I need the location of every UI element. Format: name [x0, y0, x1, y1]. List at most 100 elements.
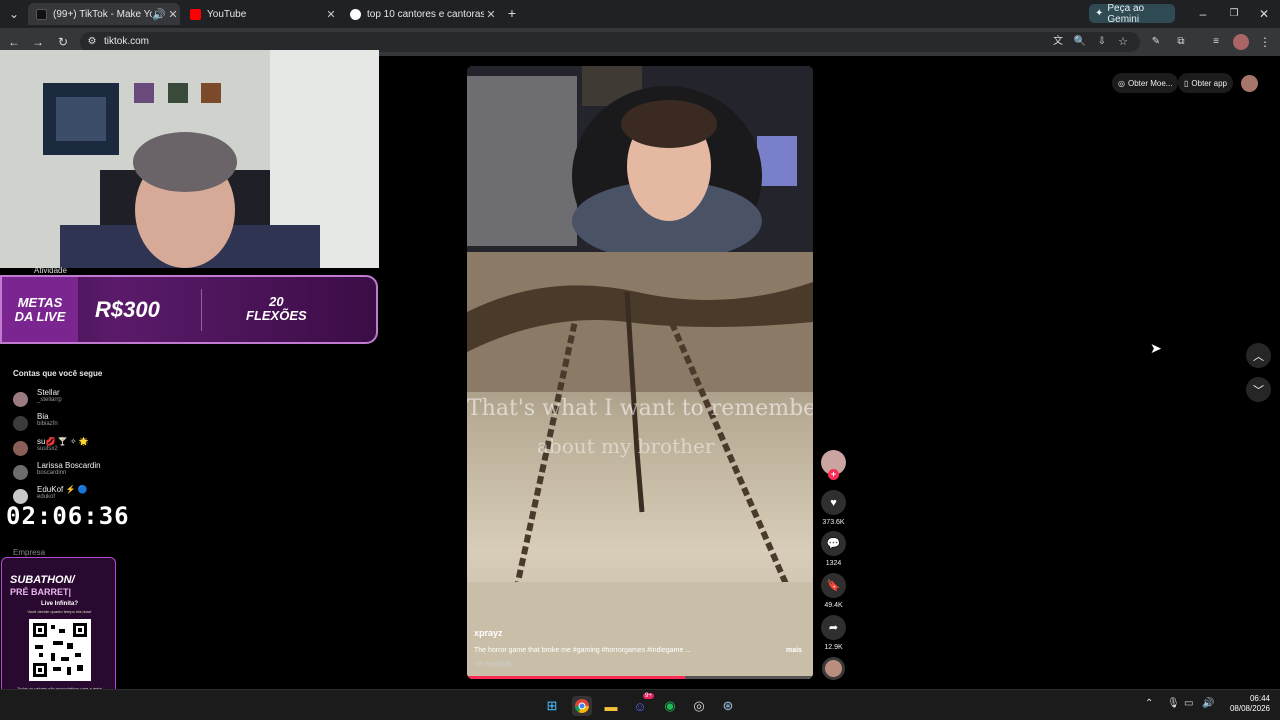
game-scene — [467, 252, 813, 679]
goals-overlay: METAS DA LIVE R$300 20 FLEXÕES — [0, 275, 378, 344]
bookmark-icon: 🔖 — [821, 573, 846, 598]
share-arrow-icon: ➦ — [821, 615, 846, 640]
tab-youtube[interactable]: YouTube ✕ — [182, 3, 338, 25]
sidebar-activity[interactable]: Atividade — [34, 266, 67, 275]
next-video-button[interactable]: ﹀ — [1246, 377, 1271, 402]
music-disc-icon[interactable] — [822, 657, 845, 680]
video-caption: The horror game that broke me #gaming #h… — [474, 647, 692, 654]
save-button[interactable]: 🔖 49.4K — [821, 573, 846, 609]
tab-tiktok[interactable]: (99+) TikTok - Make Your Da 🔊 ✕ — [28, 3, 180, 25]
get-app-button[interactable]: ▯ Obter app — [1178, 73, 1233, 93]
qr-pattern — [33, 623, 87, 677]
following-title: Contas que você segue — [13, 369, 103, 378]
video-lyric: about my brother — [537, 434, 715, 458]
avatar — [13, 416, 28, 431]
webcam-scene — [0, 50, 379, 268]
sidebar-company-link[interactable]: Empresa — [13, 548, 45, 557]
extensions-puzzle-icon[interactable]: ⧉ — [1173, 34, 1189, 50]
video-progress-bar[interactable] — [467, 676, 813, 679]
steam-icon[interactable]: ⊛ — [718, 696, 738, 716]
reload-icon[interactable]: ↻ — [55, 34, 71, 50]
avatar — [13, 465, 28, 480]
comment-button[interactable]: 💬 1324 — [821, 531, 846, 567]
comment-icon: 💬 — [821, 531, 846, 556]
spotify-icon[interactable]: ◉ — [660, 696, 680, 716]
gemini-sparkle-icon: ✦ — [1095, 8, 1104, 19]
follow-plus-icon[interactable]: + — [828, 469, 839, 480]
clock-time: 06:44 — [1249, 694, 1270, 703]
start-windows-icon[interactable]: ⊞ — [542, 696, 562, 716]
game-footage — [467, 252, 813, 679]
user-avatar[interactable] — [1241, 75, 1258, 92]
translate-icon[interactable]: 文 — [1050, 34, 1066, 50]
bookmark-star-icon[interactable]: ☆ — [1115, 34, 1131, 50]
following-account[interactable]: Larissa Boscardin boscardinn — [13, 461, 133, 483]
tab-title: (99+) TikTok - Make Your Da — [53, 8, 152, 20]
chevron-down-icon: ﹀ — [1253, 384, 1264, 397]
share-count: 12.9K — [824, 644, 843, 651]
forward-icon[interactable]: → — [30, 34, 46, 50]
speaker-icon[interactable]: 🔊 — [152, 8, 166, 21]
streamer-webcam — [0, 50, 379, 268]
url-text[interactable]: tiktok.com — [104, 36, 149, 47]
video-player[interactable]: That's what I want to remember about my … — [467, 66, 813, 679]
previous-video-button[interactable]: ︿ — [1246, 343, 1271, 368]
goals-label: METAS DA LIVE — [2, 277, 78, 342]
taskbar-clock[interactable]: 06:44 08/08/2026 — [1222, 694, 1270, 714]
restore-button[interactable]: ❐ — [1226, 6, 1242, 22]
creator-webcam-scene — [467, 66, 813, 266]
subathon-line: Live Infinita? — [40, 601, 78, 607]
menu-kebab-icon[interactable]: ⋮ — [1257, 34, 1273, 50]
chevron-up-icon: ︿ — [1253, 350, 1264, 363]
stream-timer: 02:06:36 — [6, 502, 130, 530]
media-control-icon[interactable]: ≡ — [1208, 34, 1224, 50]
network-icon[interactable]: ▭ — [1184, 698, 1193, 709]
profile-avatar[interactable] — [1233, 34, 1249, 50]
clock-date: 08/08/2026 — [1229, 704, 1270, 713]
address-bar[interactable] — [80, 32, 1140, 52]
chrome-icon[interactable] — [572, 696, 592, 716]
close-tab-icon[interactable]: ✕ — [484, 8, 498, 21]
extension-pen-icon[interactable]: ✎ — [1148, 34, 1164, 50]
windows-taskbar: ⊞ ▬ ☺ 9+ ◉ ◎ ⊛ — [0, 689, 1280, 720]
mouse-cursor-icon: ➤ — [1150, 340, 1162, 356]
coin-icon: ◎ — [1118, 78, 1125, 88]
subathon-subtitle: PRÉ BARRET| — [10, 587, 72, 597]
heart-icon: ♥ — [821, 490, 846, 515]
microphone-icon[interactable]: 🎙 — [1167, 698, 1180, 709]
following-account[interactable]: su💋 🍸 ✧ 🌟 suufsx2 — [13, 437, 133, 459]
back-icon[interactable]: ← — [6, 34, 22, 50]
avatar — [13, 441, 28, 456]
site-info-icon[interactable]: ⚙ — [84, 34, 100, 50]
close-window-button[interactable]: ✕ — [1256, 6, 1272, 22]
minimize-button[interactable]: – — [1195, 6, 1211, 22]
tab-search-icon[interactable]: ⌄ — [6, 6, 22, 22]
get-coins-button[interactable]: ◎ Obter Moe... — [1112, 73, 1179, 93]
video-progress-fill — [467, 676, 685, 679]
goal-amount: R$300 — [95, 297, 160, 322]
obs-icon[interactable]: ◎ — [689, 696, 709, 716]
close-tab-icon[interactable]: ✕ — [324, 8, 338, 21]
like-button[interactable]: ♥ 373.6K — [821, 490, 846, 526]
following-account[interactable]: Stellar _stellarrp — [13, 388, 133, 410]
tab-google[interactable]: top 10 cantores e cantoras mu ✕ — [342, 3, 498, 25]
gemini-button[interactable]: ✦ Peça ao Gemini — [1089, 3, 1175, 25]
caption-more-button[interactable]: mais — [786, 647, 802, 654]
volume-icon[interactable]: 🔊 — [1202, 698, 1214, 709]
save-count: 49.4K — [824, 602, 843, 609]
tab-title: YouTube — [207, 8, 247, 20]
file-explorer-icon[interactable]: ▬ — [601, 696, 621, 716]
close-tab-icon[interactable]: ✕ — [166, 8, 180, 21]
following-account[interactable]: Bia bibiazfn — [13, 412, 133, 434]
zoom-icon[interactable]: 🔍 — [1072, 34, 1088, 50]
share-button[interactable]: ➦ 12.9K — [821, 615, 846, 651]
new-tab-button[interactable]: + — [504, 5, 520, 21]
phone-icon: ▯ — [1184, 78, 1189, 88]
tray-chevron-up-icon[interactable]: ⌃ — [1145, 698, 1153, 709]
discord-icon[interactable]: ☺ — [630, 696, 650, 716]
google-favicon-icon — [350, 8, 361, 20]
video-author[interactable]: xprayz — [474, 628, 503, 638]
video-lyric: That's what I want to remember — [467, 396, 813, 421]
translate-caption-link[interactable]: Ver tradução — [474, 661, 514, 668]
install-icon[interactable]: ⇩ — [1094, 34, 1110, 50]
